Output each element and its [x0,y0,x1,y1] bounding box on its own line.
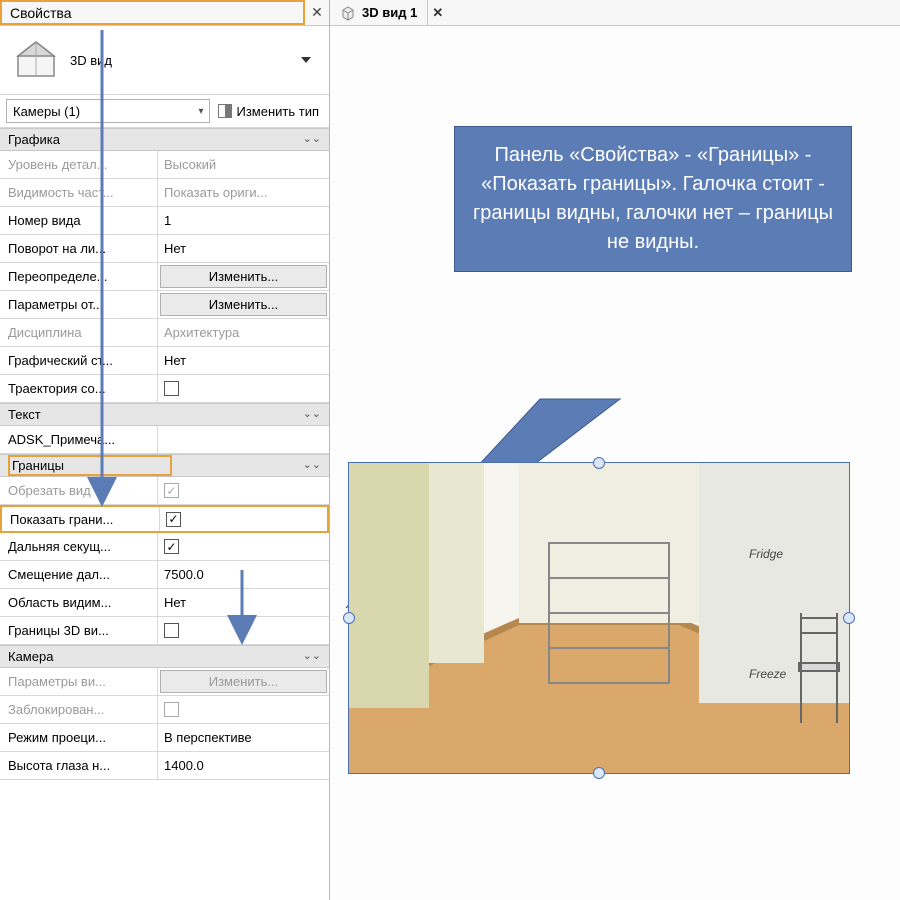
instance-label: Камеры (1) [13,104,80,119]
chevron-down-icon: ▾ [198,106,203,117]
edit-type-label: Изменить тип [236,104,319,119]
far-clip-checkbox[interactable]: ✓ [164,539,179,554]
prop-eye-height: Высота глаза н... [0,752,158,779]
edit-type-icon [218,104,232,118]
properties-close-icon[interactable]: ✕ [305,4,329,21]
properties-title: Свойства [0,0,305,25]
instance-combo[interactable]: Камеры (1) ▾ [6,99,210,123]
prop-sun-path: Траектория со... [0,375,158,402]
prop-crop-view: Обрезать вид [0,477,158,504]
prop-display-opt: Параметры от... [0,291,158,318]
tab-close-icon[interactable]: ✕ [428,5,447,21]
properties-panel: Свойства ✕ 3D вид Камеры (1) ▾ [0,0,330,900]
type-dropdown-label: 3D вид [70,53,112,68]
crop-view-checkbox: ✓ [164,483,179,498]
prop-view-num: Номер вида [0,207,158,234]
viewport: 3D вид 1 ✕ Панель «Свойства» - «Границы»… [330,0,900,900]
prop-display-opt-button[interactable]: Изменить... [160,293,327,316]
crop-handle-top[interactable] [593,457,605,469]
cube-icon [340,5,356,21]
section-bounds[interactable]: Границы ⌄⌄ [0,454,329,477]
prop-graphic-style: Графический ст... [0,347,158,374]
annotation-callout: Панель «Свойства» - «Границы» - «Показат… [454,126,852,272]
properties-header: Свойства ✕ [0,0,329,26]
house-icon [12,36,60,84]
prop-eye-height-value[interactable]: 1400.0 [158,752,329,779]
prop-override: Переопределе... [0,263,158,290]
prop-projection-value[interactable]: В перспективе [158,724,329,751]
prop-far-offset-value[interactable]: 7500.0 [158,561,329,588]
prop-bounds-3d: Границы 3D ви... [0,617,158,644]
show-crop-checkbox[interactable]: ✓ [166,512,181,527]
bounds-3d-checkbox[interactable] [164,623,179,638]
prop-view-num-value[interactable]: 1 [158,207,329,234]
collapse-icon: ⌄⌄ [303,407,321,420]
crop-handle-left[interactable] [343,612,355,624]
type-dropdown[interactable]: 3D вид [70,53,317,68]
collapse-icon: ⌄⌄ [303,132,321,145]
prop-rotate: Поворот на ли... [0,235,158,262]
prop-discipline-value: Архитектура [158,319,329,346]
section-graphics[interactable]: Графика ⌄⌄ [0,128,329,151]
crop-handle-bottom[interactable] [593,767,605,779]
type-selector[interactable]: 3D вид [0,26,329,95]
section-camera[interactable]: Камера ⌄⌄ [0,645,329,668]
3d-view-frame[interactable]: Fridge Freeze [348,462,850,774]
collapse-icon: ⌄⌄ [303,649,321,662]
tab-label: 3D вид 1 [362,5,417,20]
prop-visibility-value[interactable]: Показать ориги... [158,179,329,206]
prop-adsk-note-value[interactable] [158,426,329,453]
svg-text:Freeze: Freeze [749,667,787,681]
prop-detail-level-value[interactable]: Высокий [158,151,329,178]
prop-discipline: Дисциплина [0,319,158,346]
svg-text:Fridge: Fridge [749,547,783,561]
prop-adsk-note: ADSK_Примеча... [0,426,158,453]
tab-strip: 3D вид 1 ✕ [330,0,900,26]
prop-override-button[interactable]: Изменить... [160,265,327,288]
prop-view-params-button: Изменить... [160,670,327,693]
prop-vis-region-value[interactable]: Нет [158,589,329,616]
prop-projection: Режим проеци... [0,724,158,751]
section-text[interactable]: Текст ⌄⌄ [0,403,329,426]
collapse-icon: ⌄⌄ [303,458,321,471]
prop-graphic-style-value[interactable]: Нет [158,347,329,374]
prop-show-crop: Показать грани... [2,507,160,531]
prop-far-clip: Дальняя секущ... [0,533,158,560]
locked-checkbox [164,702,179,717]
prop-visibility: Видимость част... [0,179,158,206]
prop-far-offset: Смещение дал... [0,561,158,588]
prop-rotate-value[interactable]: Нет [158,235,329,262]
tab-3dview[interactable]: 3D вид 1 [330,0,428,25]
sun-path-checkbox[interactable] [164,381,179,396]
prop-view-params: Параметры ви... [0,668,158,695]
prop-detail-level: Уровень детал... [0,151,158,178]
prop-vis-region: Область видим... [0,589,158,616]
crop-handle-right[interactable] [843,612,855,624]
chevron-down-icon [301,57,311,63]
edit-type-button[interactable]: Изменить тип [214,102,323,121]
prop-locked: Заблокирован... [0,696,158,723]
